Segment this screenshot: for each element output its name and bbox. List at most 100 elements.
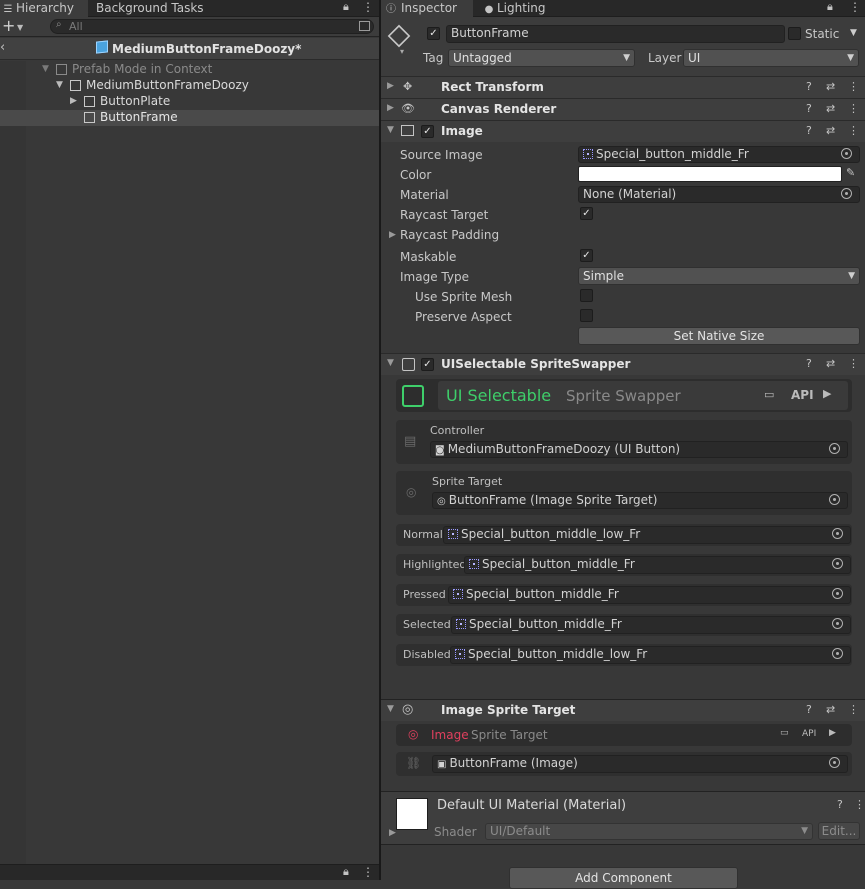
component-menu-icon[interactable]: ⋮ xyxy=(848,80,859,93)
component-ui-selectable-sprite-swapper[interactable]: ▼ ✓ UISelectable SpriteSwapper ? ⇄ ⋮ xyxy=(381,353,865,375)
search-input[interactable]: ⌕ All xyxy=(50,19,374,34)
expand-arrow-icon[interactable]: ▼ xyxy=(387,358,394,368)
hierarchy-item-buttonframe[interactable]: ButtonFrame xyxy=(0,110,379,126)
back-arrow-icon[interactable]: ‹ xyxy=(0,40,5,55)
add-dropdown-chevron-icon[interactable]: ▼ xyxy=(17,23,23,32)
state-pressed-field[interactable]: Special_button_middle_Fr xyxy=(448,586,851,604)
component-image-sprite-target[interactable]: ▼ ◎ Image Sprite Target ? ⇄ ⋮ xyxy=(381,699,865,721)
state-selected-field[interactable]: Special_button_middle_Fr xyxy=(451,616,851,634)
object-picker-icon[interactable] xyxy=(829,494,840,505)
presets-icon[interactable]: ⇄ xyxy=(826,102,835,115)
state-highlighted-field[interactable]: Special_button_middle_Fr xyxy=(464,556,851,574)
object-picker-icon[interactable] xyxy=(832,588,843,599)
collapse-arrow-icon[interactable]: ▶ xyxy=(389,230,396,240)
preserve-aspect-checkbox[interactable] xyxy=(580,309,593,322)
tab-lighting[interactable]: ● Lighting xyxy=(481,0,546,17)
tab-hierarchy[interactable]: ☰ Hierarchy xyxy=(0,0,88,17)
lock-icon[interactable]: 🔒︎ xyxy=(827,0,833,14)
more-options-icon[interactable]: ⋮ xyxy=(849,0,861,14)
object-name-field[interactable]: ButtonFrame xyxy=(446,25,785,43)
component-menu-icon[interactable]: ⋮ xyxy=(854,798,865,811)
api-button[interactable]: API xyxy=(791,388,814,402)
component-canvas-renderer[interactable]: ▶ 👁︎ Canvas Renderer ? ⇄ ⋮ xyxy=(381,98,865,120)
static-checkbox[interactable] xyxy=(788,27,801,40)
component-menu-icon[interactable]: ⋮ xyxy=(848,703,859,716)
object-picker-icon[interactable] xyxy=(829,757,840,768)
tab-background-tasks[interactable]: Background Tasks xyxy=(96,0,204,17)
shader-edit-button[interactable]: Edit... xyxy=(818,822,860,840)
rect-transform-icon: ✥ xyxy=(403,80,413,93)
object-picker-icon[interactable] xyxy=(832,618,843,629)
image-reference-field[interactable]: ▣ ButtonFrame (Image) xyxy=(432,755,848,773)
raycast-target-checkbox[interactable]: ✓ xyxy=(580,207,593,220)
icon-dropdown-chevron-icon[interactable]: ▾ xyxy=(400,47,404,56)
expand-arrow-icon[interactable]: ▼ xyxy=(387,704,394,714)
color-swatch[interactable] xyxy=(578,166,842,182)
set-native-size-button[interactable]: Set Native Size xyxy=(578,327,860,345)
collapse-arrow-icon[interactable]: ▶ xyxy=(70,94,77,109)
book-icon[interactable]: ▭ xyxy=(764,388,774,401)
static-dropdown-icon[interactable]: ▼ xyxy=(850,28,857,38)
object-picker-icon[interactable] xyxy=(832,528,843,539)
hierarchy-item-buttonplate[interactable]: ▶ ButtonPlate xyxy=(0,94,379,110)
component-menu-icon[interactable]: ⋮ xyxy=(848,124,859,137)
maskable-checkbox[interactable]: ✓ xyxy=(580,249,593,262)
expand-arrow-icon[interactable]: ▼ xyxy=(56,78,63,93)
image-type-dropdown[interactable]: Simple ▼ xyxy=(578,267,860,285)
presets-icon[interactable]: ⇄ xyxy=(826,357,835,370)
hierarchy-item-prefab-context[interactable]: ▼ Prefab Mode in Context xyxy=(0,62,379,78)
help-icon[interactable]: ? xyxy=(806,102,812,115)
tab-inspector[interactable]: ⓘ Inspector xyxy=(381,0,473,17)
hierarchy-item-root[interactable]: ▼ MediumButtonFrameDoozy xyxy=(0,78,379,94)
more-options-icon[interactable]: ⋮ xyxy=(362,0,374,14)
object-picker-icon[interactable] xyxy=(841,148,852,159)
sprite-target-field[interactable]: ◎ ButtonFrame (Image Sprite Target) xyxy=(432,492,848,509)
controller-field[interactable]: ◙ MediumButtonFrameDoozy (UI Button) xyxy=(430,441,848,458)
object-picker-icon[interactable] xyxy=(832,558,843,569)
lock-icon[interactable]: 🔒︎ xyxy=(343,865,349,879)
api-button[interactable]: API xyxy=(802,729,816,739)
video-icon[interactable]: ▶ xyxy=(829,728,836,738)
layer-dropdown[interactable]: UI ▼ xyxy=(683,49,859,67)
component-image[interactable]: ▼ ✓ Image ? ⇄ ⋮ xyxy=(381,120,865,142)
lock-icon[interactable]: 🔒︎ xyxy=(343,0,349,14)
component-menu-icon[interactable]: ⋮ xyxy=(848,102,859,115)
help-icon[interactable]: ? xyxy=(806,80,812,93)
help-icon[interactable]: ? xyxy=(806,124,812,137)
swapper-enabled-checkbox[interactable]: ✓ xyxy=(421,358,434,371)
active-checkbox[interactable]: ✓ xyxy=(427,27,440,40)
object-picker-icon[interactable] xyxy=(841,188,852,199)
state-disabled-field[interactable]: Special_button_middle_low_Fr xyxy=(450,646,851,664)
use-sprite-mesh-checkbox[interactable] xyxy=(580,289,593,302)
shader-dropdown[interactable]: UI/Default ▼ xyxy=(485,823,813,840)
collapse-arrow-icon[interactable]: ▶ xyxy=(387,81,394,91)
component-rect-transform[interactable]: ▶ ✥ Rect Transform ? ⇄ ⋮ xyxy=(381,76,865,98)
presets-icon[interactable]: ⇄ xyxy=(826,124,835,137)
add-icon[interactable]: + xyxy=(2,17,15,35)
sprite-target-banner: ◎ Image Sprite Target ▭ API ▶ xyxy=(396,724,852,746)
object-picker-icon[interactable] xyxy=(829,443,840,454)
eyedropper-icon[interactable]: ✎ xyxy=(846,166,855,179)
add-component-button[interactable]: Add Component xyxy=(509,867,738,889)
video-icon[interactable]: ▶ xyxy=(823,387,831,400)
expand-arrow-icon[interactable]: ▼ xyxy=(42,62,49,77)
component-menu-icon[interactable]: ⋮ xyxy=(848,357,859,370)
help-icon[interactable]: ? xyxy=(806,703,812,716)
source-image-field[interactable]: Special_button_middle_Fr xyxy=(578,146,860,163)
book-icon[interactable]: ▭ xyxy=(780,728,789,738)
collapse-arrow-icon[interactable]: ▶ xyxy=(387,103,394,113)
help-icon[interactable]: ? xyxy=(806,357,812,370)
state-normal-field[interactable]: Special_button_middle_low_Fr xyxy=(443,526,851,544)
hierarchy-gutter xyxy=(0,61,26,880)
image-enabled-checkbox[interactable]: ✓ xyxy=(421,125,434,138)
expand-arrow-icon[interactable]: ▼ xyxy=(387,125,394,135)
object-picker-icon[interactable] xyxy=(832,648,843,659)
search-filter-icon[interactable] xyxy=(359,21,370,31)
collapse-arrow-icon[interactable]: ▶ xyxy=(389,828,396,838)
more-options-icon[interactable]: ⋮ xyxy=(362,865,374,879)
presets-icon[interactable]: ⇄ xyxy=(826,703,835,716)
presets-icon[interactable]: ⇄ xyxy=(826,80,835,93)
help-icon[interactable]: ? xyxy=(837,798,843,811)
tag-dropdown[interactable]: Untagged ▼ xyxy=(448,49,635,67)
material-field[interactable]: None (Material) xyxy=(578,186,860,203)
